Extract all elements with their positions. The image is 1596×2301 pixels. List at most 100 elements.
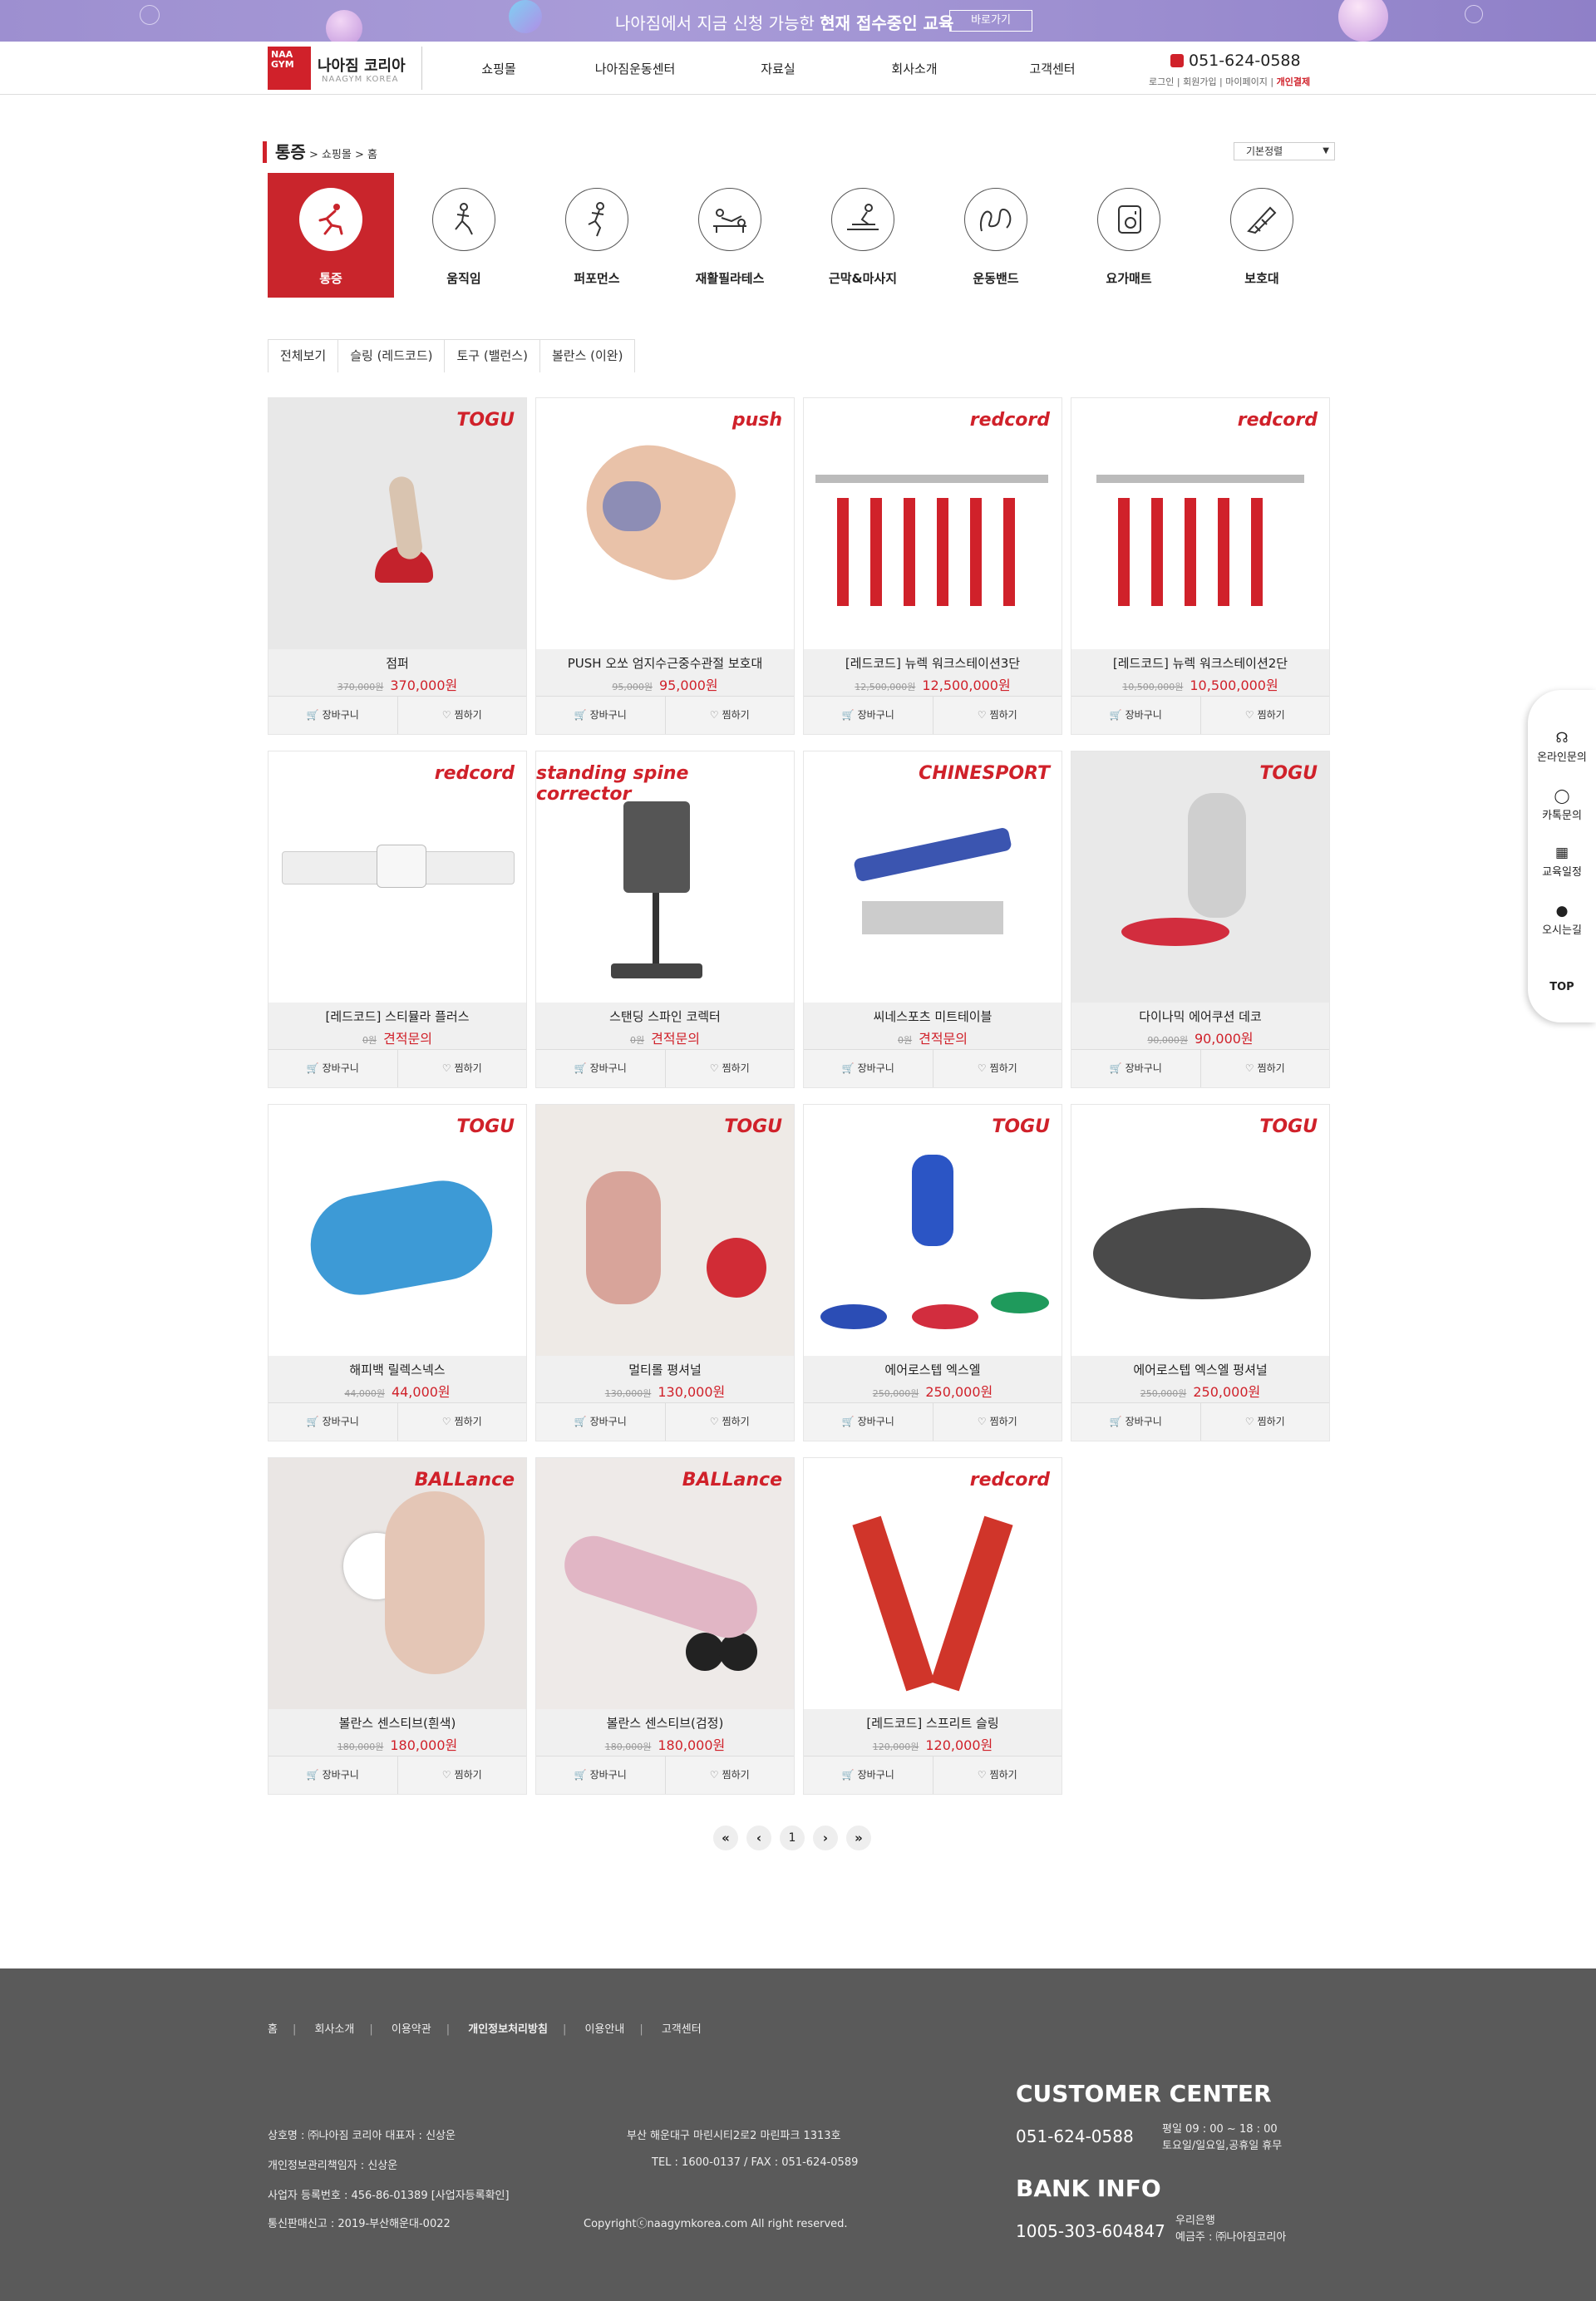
tab-all[interactable]: 전체보기: [268, 339, 339, 372]
mypage-link[interactable]: 마이페이지: [1225, 76, 1268, 87]
product-name[interactable]: [레드코드] 스프리트 슬링: [804, 1714, 1062, 1732]
add-to-cart-button[interactable]: 🛒 장바구니: [804, 1757, 933, 1794]
product-image[interactable]: BALLance: [536, 1458, 794, 1709]
quick-location[interactable]: ● 오시는길: [1528, 903, 1596, 937]
product-card[interactable]: CHINESPORT 씨네스포츠 미트테이블 0원 견적문의 🛒 장바구니 ♡ 찜하기: [803, 751, 1062, 1088]
category-mat[interactable]: 요가매트: [1066, 173, 1192, 298]
wishlist-button[interactable]: ♡ 찜하기: [1201, 1050, 1330, 1087]
product-name[interactable]: 점퍼: [268, 654, 526, 672]
login-link[interactable]: 로그인: [1149, 76, 1174, 87]
add-to-cart-button[interactable]: 🛒 장바구니: [536, 1050, 666, 1087]
nav-shop[interactable]: 쇼핑몰: [449, 60, 549, 77]
wishlist-button[interactable]: ♡ 찜하기: [666, 1050, 795, 1087]
category-pain[interactable]: 통증: [268, 173, 394, 298]
category-pilates[interactable]: 재활필라테스: [667, 173, 793, 298]
add-to-cart-button[interactable]: 🛒 장바구니: [804, 1050, 933, 1087]
nav-support[interactable]: 고객센터: [1002, 60, 1102, 77]
wishlist-button[interactable]: ♡ 찜하기: [933, 697, 1062, 734]
category-performance[interactable]: 퍼포먼스: [534, 173, 660, 298]
quick-schedule[interactable]: ▦ 교육일정: [1528, 845, 1596, 879]
product-name[interactable]: PUSH 오쏘 엄지수근중수관절 보호대: [536, 654, 794, 672]
product-image[interactable]: TOGU: [268, 398, 526, 649]
wishlist-button[interactable]: ♡ 찜하기: [1201, 697, 1330, 734]
wishlist-button[interactable]: ♡ 찜하기: [1201, 1403, 1330, 1441]
product-card[interactable]: BALLance 볼란스 센스티브(흰색) 180,000원 180,000원 🛒 장바구…: [268, 1457, 527, 1795]
personal-pay-link[interactable]: 개인결제: [1277, 76, 1310, 87]
product-image[interactable]: redcord: [1071, 398, 1329, 649]
prev-page-button[interactable]: ‹: [746, 1826, 771, 1850]
wishlist-button[interactable]: ♡ 찜하기: [933, 1757, 1062, 1794]
product-image[interactable]: redcord: [804, 1458, 1062, 1709]
product-name[interactable]: 볼란스 센스티브(검정): [536, 1714, 794, 1732]
wishlist-button[interactable]: ♡ 찜하기: [666, 697, 795, 734]
product-name[interactable]: 해피백 릴렉스넥스: [268, 1361, 526, 1378]
product-card[interactable]: TOGU 다이나믹 에어쿠션 데코 90,000원 90,000원 🛒 장바구니 ♡ 찜하기: [1071, 751, 1330, 1088]
page-number[interactable]: 1: [780, 1826, 805, 1850]
add-to-cart-button[interactable]: 🛒 장바구니: [268, 697, 398, 734]
product-image[interactable]: TOGU: [268, 1105, 526, 1356]
product-image[interactable]: TOGU: [536, 1105, 794, 1356]
tab-togu[interactable]: 토구 (밸런스): [444, 339, 540, 372]
quick-online-inquiry[interactable]: ☊ 온라인문의: [1528, 730, 1596, 764]
footer-company-link[interactable]: 회사소개: [315, 2023, 355, 2036]
add-to-cart-button[interactable]: 🛒 장바구니: [536, 1403, 666, 1441]
product-name[interactable]: 에어로스텝 엑스엘 펑셔널: [1071, 1361, 1329, 1378]
product-image[interactable]: redcord: [268, 751, 526, 1003]
product-name[interactable]: 에어로스텝 엑스엘: [804, 1361, 1062, 1378]
product-card[interactable]: TOGU 멀티롤 평셔널 130,000원 130,000원 🛒 장바구니 ♡ 찜하기: [535, 1104, 795, 1441]
product-image[interactable]: TOGU: [1071, 1105, 1329, 1356]
product-name[interactable]: 스탠딩 스파인 코렉터: [536, 1008, 794, 1025]
product-card[interactable]: redcord [레드코드] 스프리트 슬링 120,000원 120,000원 🛒 장바…: [803, 1457, 1062, 1795]
category-massage[interactable]: 근막&마사지: [800, 173, 926, 298]
product-name[interactable]: [레드코드] 뉴렉 워크스테이션2단: [1071, 654, 1329, 672]
product-card[interactable]: standing spine corrector 스탠딩 스파인 코렉터 0원 견적문…: [535, 751, 795, 1088]
product-card[interactable]: TOGU 에어로스텝 엑스엘 펑셔널 250,000원 250,000원 🛒 장바구니 ♡ 찜…: [1071, 1104, 1330, 1441]
product-image[interactable]: standing spine corrector: [536, 751, 794, 1003]
logo-mark[interactable]: NAA GYM: [268, 47, 311, 90]
tab-ballance[interactable]: 볼란스 (이완): [539, 339, 636, 372]
add-to-cart-button[interactable]: 🛒 장바구니: [804, 1403, 933, 1441]
wishlist-button[interactable]: ♡ 찜하기: [398, 1050, 527, 1087]
product-name[interactable]: [레드코드] 뉴렉 워크스테이션3단: [804, 654, 1062, 672]
product-card[interactable]: redcord [레드코드] 스티뮬라 플러스 0원 견적문의 🛒 장바구니 ♡ 찜하기: [268, 751, 527, 1088]
banner-button[interactable]: 바로가기: [949, 10, 1032, 32]
nav-center[interactable]: 나아짐운동센터: [585, 60, 685, 77]
product-card[interactable]: BALLance 볼란스 센스티브(검정) 180,000원 180,000원 🛒 장바구…: [535, 1457, 795, 1795]
top-banner[interactable]: 나아짐에서 지금 신청 가능한 현재 접수중인 교육 바로가기: [0, 0, 1596, 42]
product-name[interactable]: [레드코드] 스티뮬라 플러스: [268, 1008, 526, 1025]
wishlist-button[interactable]: ♡ 찜하기: [666, 1757, 795, 1794]
product-image[interactable]: BALLance: [268, 1458, 526, 1709]
product-card[interactable]: push PUSH 오쏘 엄지수근중수관절 보호대 95,000원 95,000원 🛒 장…: [535, 397, 795, 735]
product-card[interactable]: TOGU 해피백 릴렉스넥스 44,000원 44,000원 🛒 장바구니 ♡ 찜하기: [268, 1104, 527, 1441]
add-to-cart-button[interactable]: 🛒 장바구니: [1071, 697, 1201, 734]
top-button[interactable]: TOP: [1528, 981, 1596, 993]
product-card[interactable]: redcord [레드코드] 뉴렉 워크스테이션3단 12,500,000원 12,5…: [803, 397, 1062, 735]
category-brace[interactable]: 보호대: [1199, 173, 1325, 298]
category-band[interactable]: 운동밴드: [933, 173, 1059, 298]
add-to-cart-button[interactable]: 🛒 장바구니: [536, 697, 666, 734]
join-link[interactable]: 회원가입: [1183, 76, 1216, 87]
product-card[interactable]: TOGU 에어로스텝 엑스엘 250,000원 250,000원 🛒 장바구니 ♡ 찜하기: [803, 1104, 1062, 1441]
product-image[interactable]: TOGU: [1071, 751, 1329, 1003]
nav-resources[interactable]: 자료실: [728, 60, 828, 77]
quick-kakao[interactable]: ◯ 카톡문의: [1528, 788, 1596, 822]
add-to-cart-button[interactable]: 🛒 장바구니: [536, 1757, 666, 1794]
product-image[interactable]: CHINESPORT: [804, 751, 1062, 1003]
wishlist-button[interactable]: ♡ 찜하기: [398, 697, 527, 734]
wishlist-button[interactable]: ♡ 찜하기: [933, 1403, 1062, 1441]
product-card[interactable]: TOGU 점퍼 370,000원 370,000원 🛒 장바구니 ♡ 찜하기: [268, 397, 527, 735]
tab-sling[interactable]: 슬링 (레드코드): [337, 339, 446, 372]
product-image[interactable]: TOGU: [804, 1105, 1062, 1356]
footer-home-link[interactable]: 홈: [268, 2023, 278, 2036]
product-name[interactable]: 볼란스 센스티브(흰색): [268, 1714, 526, 1732]
product-image[interactable]: redcord: [804, 398, 1062, 649]
wishlist-button[interactable]: ♡ 찜하기: [933, 1050, 1062, 1087]
first-page-button[interactable]: «: [713, 1826, 738, 1850]
footer-guide-link[interactable]: 이용안내: [584, 2023, 624, 2036]
footer-support-link[interactable]: 고객센터: [662, 2023, 702, 2036]
add-to-cart-button[interactable]: 🛒 장바구니: [1071, 1050, 1201, 1087]
product-name[interactable]: 멀티롤 평셔널: [536, 1361, 794, 1378]
add-to-cart-button[interactable]: 🛒 장바구니: [1071, 1403, 1201, 1441]
add-to-cart-button[interactable]: 🛒 장바구니: [268, 1403, 398, 1441]
logo-name[interactable]: 나아짐 코리아: [318, 54, 406, 76]
